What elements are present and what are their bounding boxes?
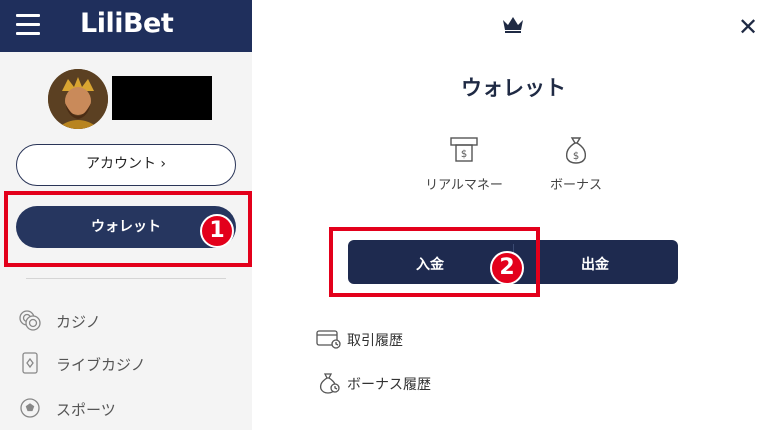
svg-text:$: $ <box>573 151 579 162</box>
sidebar-item-label: スポーツ <box>56 401 116 419</box>
history-label: ボーナス履歴 <box>347 377 431 393</box>
sidebar: LiliBet アカウント › ウォレット 1 カジノ ライブカジノ スポーツ <box>0 0 252 430</box>
hamburger-menu-icon[interactable] <box>16 14 40 36</box>
money-bag-icon: $ <box>560 134 592 166</box>
redacted-username <box>112 76 212 120</box>
atm-icon: $ <box>448 134 480 166</box>
tab-label: リアルマネー <box>425 178 503 193</box>
annotation-number-1: 1 <box>200 214 234 248</box>
chips-icon <box>18 308 42 332</box>
page-title: ウォレット <box>461 76 566 100</box>
avatar[interactable] <box>48 69 108 129</box>
sidebar-item-label: ライブカジノ <box>56 356 146 374</box>
tab-bonus[interactable]: $ ボーナス <box>540 134 612 193</box>
wallet-panel: ウォレット $ リアルマネー $ ボーナス <box>252 0 775 430</box>
soccer-ball-icon <box>18 396 42 420</box>
playing-card-icon <box>18 351 42 375</box>
annotation-number-2: 2 <box>490 251 524 285</box>
tab-real-money[interactable]: $ リアルマネー <box>422 134 506 193</box>
card-history-icon <box>316 328 342 350</box>
sidebar-header: LiliBet <box>0 0 252 52</box>
sidebar-item-label: カジノ <box>56 313 101 331</box>
bonus-bag-icon <box>316 372 342 394</box>
svg-text:$: $ <box>461 149 467 160</box>
crown-icon <box>501 14 525 38</box>
sidebar-divider <box>26 278 226 279</box>
close-icon[interactable]: ✕ <box>733 12 763 42</box>
account-button[interactable]: アカウント › <box>16 144 236 186</box>
tab-label: ボーナス <box>549 178 602 193</box>
history-label: 取引履歴 <box>347 333 403 349</box>
brand-logo[interactable]: LiliBet <box>80 8 174 39</box>
withdraw-button[interactable]: 出金 <box>581 254 609 274</box>
